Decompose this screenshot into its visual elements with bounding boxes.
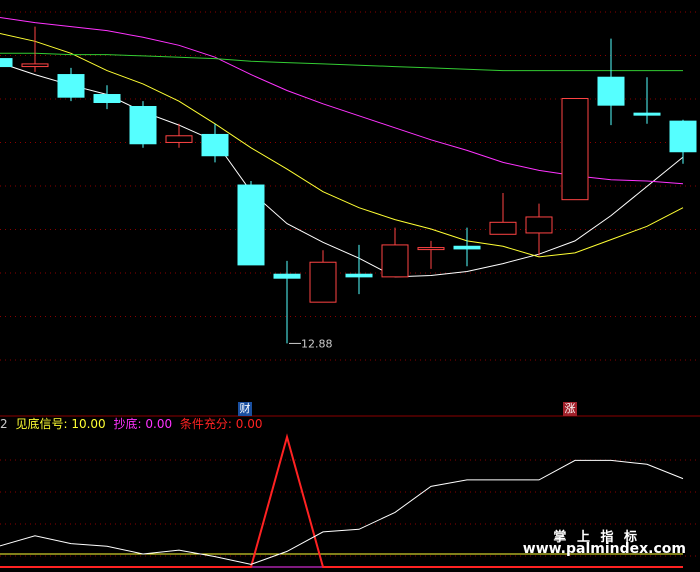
candle xyxy=(57,67,85,102)
candle-body xyxy=(597,76,625,106)
low-price-label: 12.88 xyxy=(301,337,333,350)
candle xyxy=(561,98,589,201)
kline-chart: 12.88 xyxy=(0,11,700,568)
candle-body xyxy=(345,273,373,278)
legend-item-signal: 见底信号: 10.00 xyxy=(15,417,106,431)
candle xyxy=(489,193,517,235)
candle xyxy=(381,227,409,278)
candle xyxy=(237,181,265,266)
candle-body xyxy=(633,112,661,116)
annotations: 12.88 xyxy=(289,337,333,350)
candle xyxy=(21,26,49,72)
candle-body xyxy=(561,98,589,201)
candle xyxy=(597,38,625,126)
candle-body xyxy=(165,135,193,143)
candle xyxy=(453,227,481,267)
candle xyxy=(633,77,661,124)
candle xyxy=(165,123,193,148)
candle-body xyxy=(525,216,553,234)
candle xyxy=(669,119,697,164)
candlesticks xyxy=(0,26,697,344)
candle-body xyxy=(453,245,481,250)
candle-body xyxy=(201,133,229,157)
candle xyxy=(525,203,553,256)
badge-rise[interactable]: 涨 xyxy=(563,402,577,416)
badge-finance[interactable]: 财 xyxy=(238,402,252,416)
candle-body xyxy=(57,74,85,98)
candle xyxy=(129,101,157,148)
watermark-url: www.palmindex.com xyxy=(522,541,686,557)
candle-body xyxy=(0,58,13,68)
candle-body xyxy=(21,63,49,68)
candle xyxy=(345,244,373,295)
legend-prefix: 2 xyxy=(0,417,8,431)
candle xyxy=(309,250,337,303)
indicator-legend: 2 见底信号: 10.00 抄底: 0.00 条件充分: 0.00 xyxy=(0,416,267,432)
candle-body xyxy=(669,120,697,153)
candle-body xyxy=(489,221,517,235)
candle xyxy=(417,240,445,269)
candle-body xyxy=(93,94,121,104)
candle xyxy=(0,58,13,68)
candle-body xyxy=(309,261,337,303)
candle-body xyxy=(417,247,445,251)
candle xyxy=(273,260,301,344)
candle-body xyxy=(129,105,157,145)
candle-body xyxy=(381,244,409,278)
candle xyxy=(93,85,121,110)
candle-body xyxy=(237,184,265,266)
legend-item-condition: 条件充分: 0.00 xyxy=(179,417,263,431)
candle-body xyxy=(273,273,301,279)
legend-item-bottom: 抄底: 0.00 xyxy=(113,417,173,431)
